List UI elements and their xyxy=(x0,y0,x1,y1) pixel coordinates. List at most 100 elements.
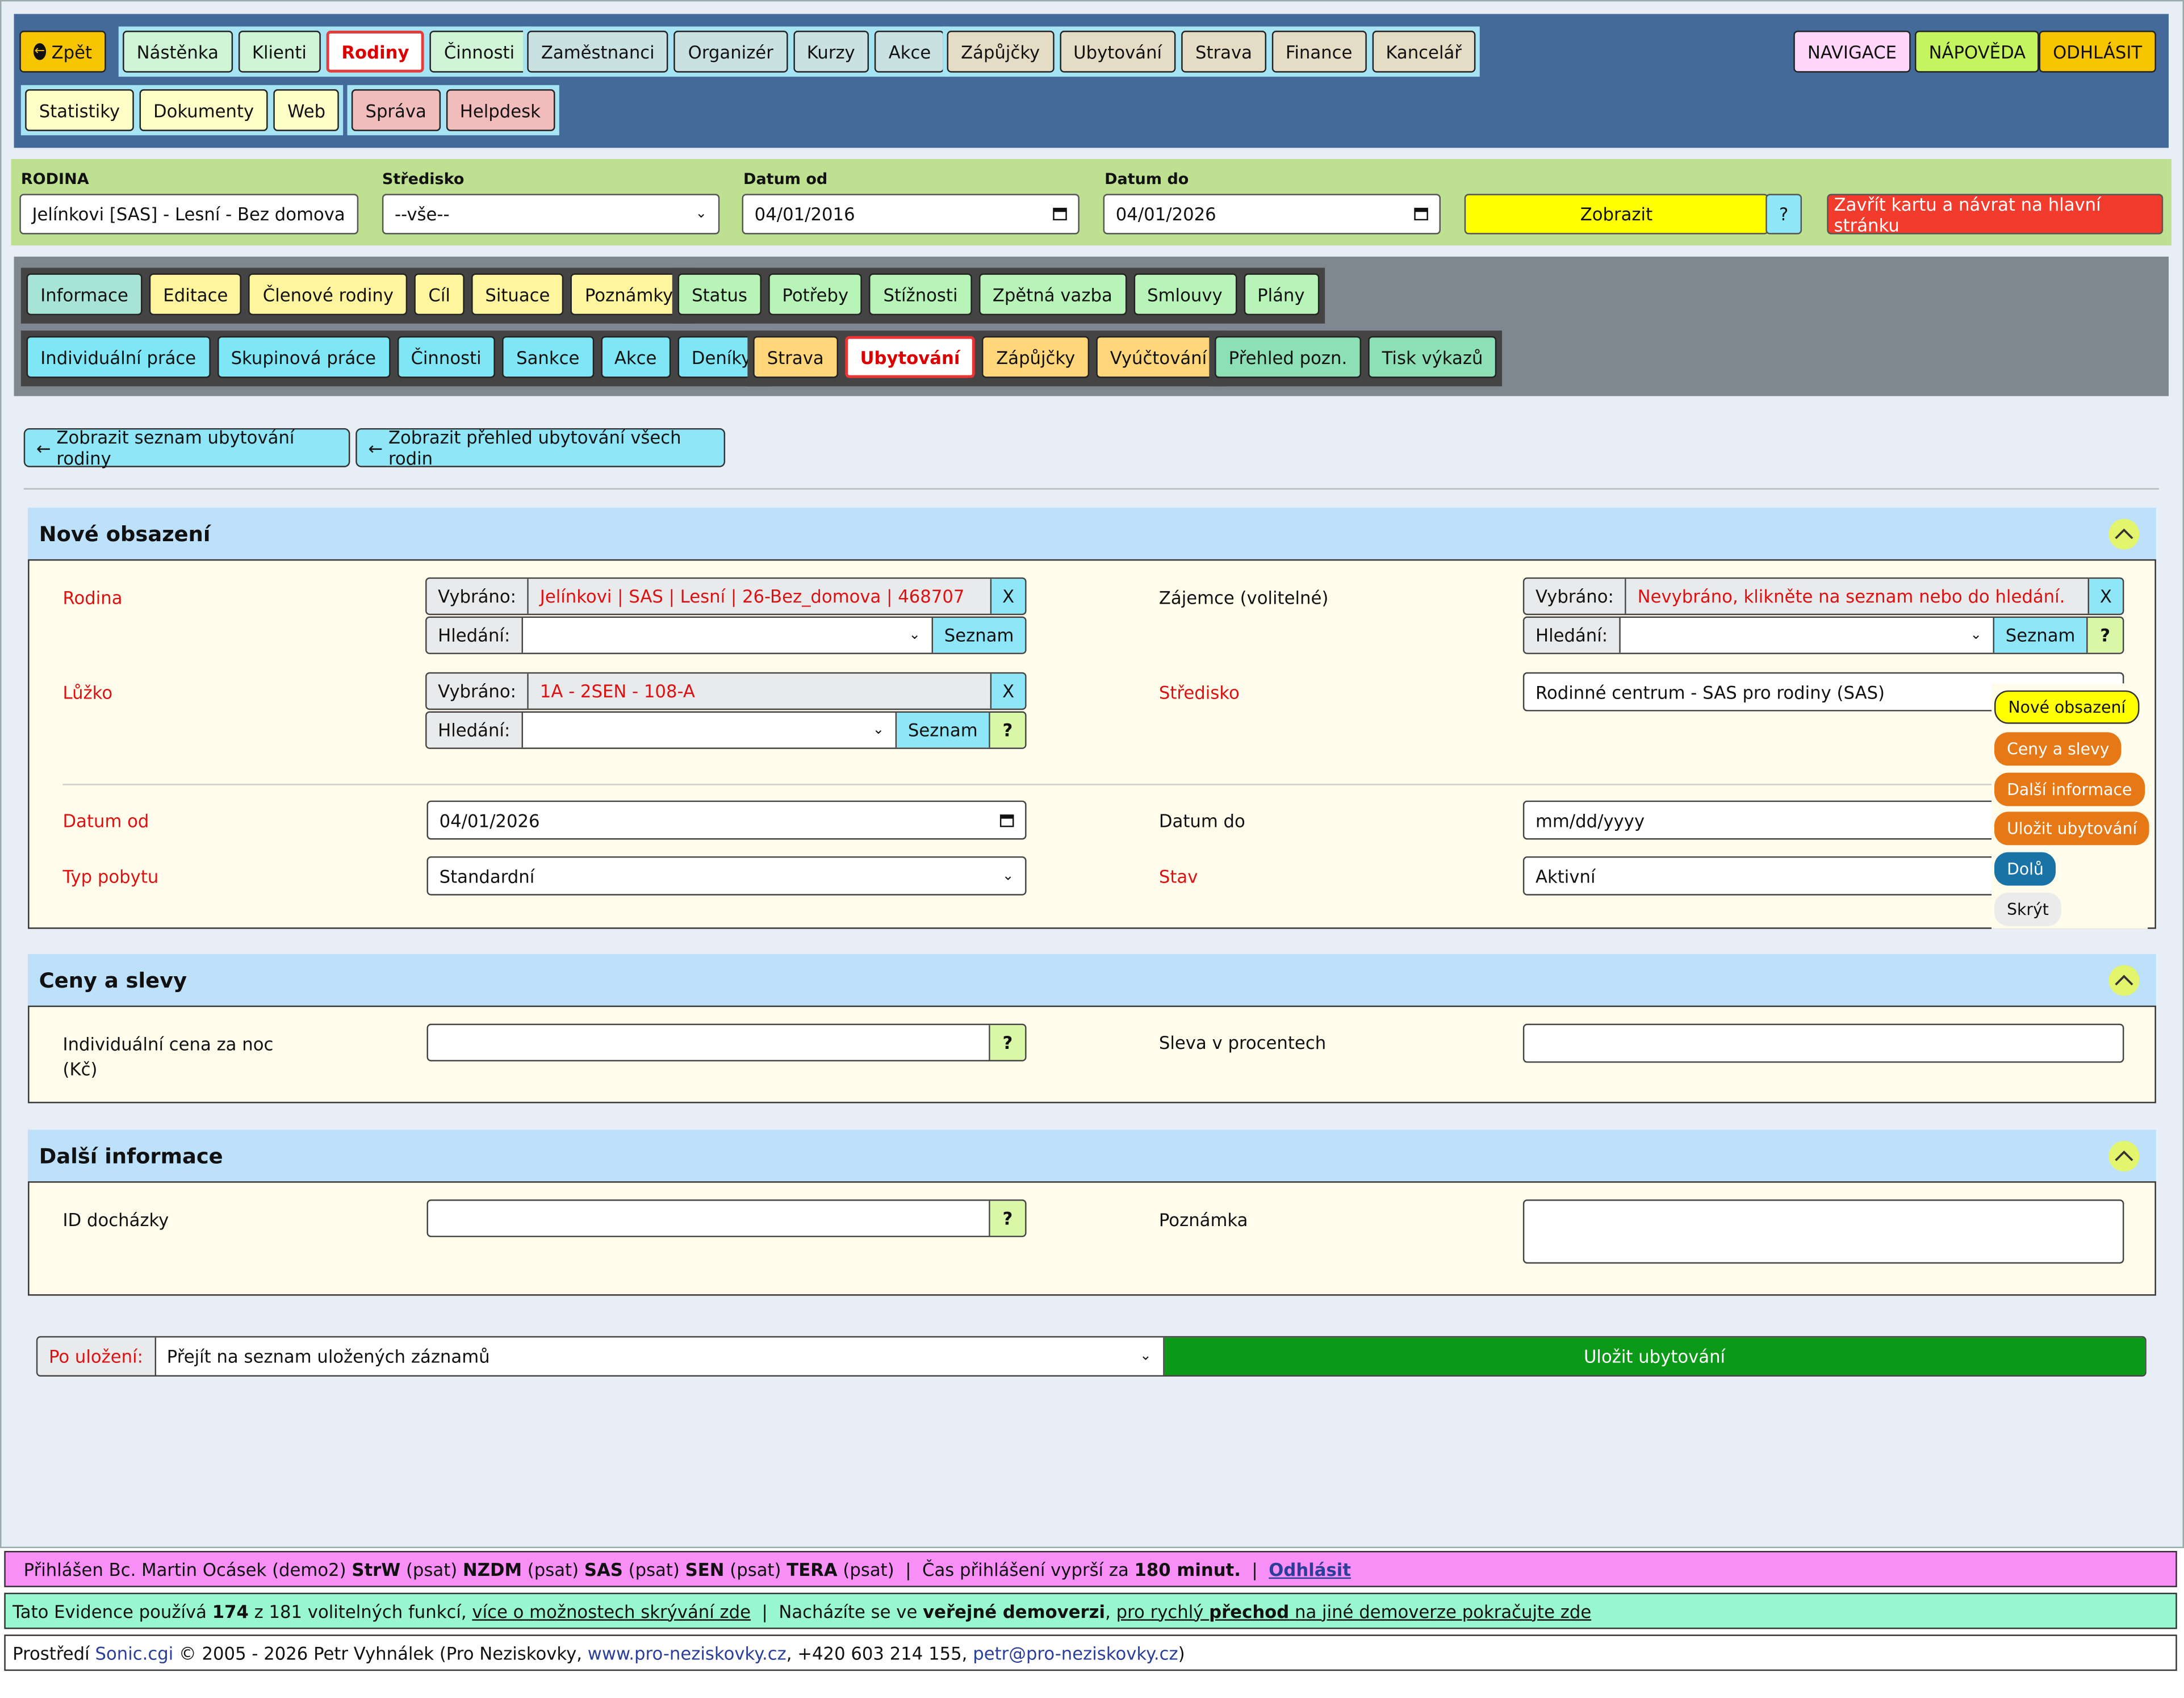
chevron-up-icon[interactable] xyxy=(2108,1140,2140,1172)
filter-bar: RODINA Jelínkovi [SAS] - Lesní - Bez dom… xyxy=(11,158,2172,246)
quick-nav-ceny[interactable]: Ceny a slevy xyxy=(1994,732,2122,766)
luzko-seznam-button[interactable]: Seznam xyxy=(897,712,990,748)
quick-nav-ulozit[interactable]: Uložit ubytování xyxy=(1994,812,2150,846)
sonic-link[interactable]: Sonic.cgi xyxy=(95,1642,173,1663)
nav-akce[interactable]: Akce xyxy=(875,31,945,73)
zobrazit-prehled-ubytovani-button[interactable]: ← Zobrazit přehled ubytování všech rodin xyxy=(355,427,726,469)
nav-sprava[interactable]: Správa xyxy=(351,89,441,131)
quick-nav-dalsi[interactable]: Další informace xyxy=(1994,772,2145,806)
tab-ubytovani[interactable]: Ubytování xyxy=(844,336,976,378)
luzko-search-input[interactable]: ⌄ xyxy=(522,712,897,748)
navigace-button[interactable]: NAVIGACE xyxy=(1793,31,1911,73)
tab-akce[interactable]: Akce xyxy=(600,336,671,378)
nav-zamestnanci[interactable]: Zaměstnanci xyxy=(527,31,669,73)
tab-individualni-prace[interactable]: Individuální práce xyxy=(26,336,210,378)
datum-od-input[interactable]: 04/01/2016 xyxy=(742,194,1080,235)
tab-vyuctovani[interactable]: Vyúčtování xyxy=(1096,336,1221,378)
tab-informace[interactable]: Informace xyxy=(26,273,143,316)
sleva-input[interactable] xyxy=(1522,1023,2124,1063)
cena-help-button[interactable]: ? xyxy=(990,1025,1026,1060)
tab-strava[interactable]: Strava xyxy=(753,336,838,378)
zavrit-kartu-button[interactable]: Zavřít kartu a návrat na hlavní stránku xyxy=(1827,193,2164,235)
rodina-clear-button[interactable]: X xyxy=(991,579,1026,614)
typ-pobytu-select[interactable]: Standardní ⌄ xyxy=(426,856,1027,896)
po-ulozeni-select[interactable]: Přejít na seznam uložených záznamů ⌄ xyxy=(156,1337,1164,1375)
cena-input-row: ? xyxy=(426,1023,1027,1061)
tab-situace[interactable]: Situace xyxy=(471,273,564,316)
rodina-select[interactable]: Jelínkovi [SAS] - Lesní - Bez domova xyxy=(19,194,359,235)
typ-pobytu-field-label: Typ pobytu xyxy=(62,866,159,887)
tab-editace[interactable]: Editace xyxy=(149,273,242,316)
nav-kancelar[interactable]: Kancelář xyxy=(1371,31,1476,73)
demoverze-link[interactable]: pro rychlý přechod na jiné demoverze pok… xyxy=(1116,1600,1592,1621)
tab-clenove-rodiny[interactable]: Členové rodiny xyxy=(249,273,408,316)
nav-web[interactable]: Web xyxy=(273,89,340,131)
luzko-help-button[interactable]: ? xyxy=(990,712,1026,748)
nav-strava[interactable]: Strava xyxy=(1181,31,1266,73)
skryvani-link[interactable]: více o možnostech skrývání zde xyxy=(472,1600,751,1621)
tab-cinnosti[interactable]: Činnosti xyxy=(396,336,496,378)
odhlasit-button[interactable]: ODHLÁSIT xyxy=(2039,31,2156,73)
tab-status[interactable]: Status xyxy=(677,273,762,316)
zajemce-search-input[interactable]: ⌄ xyxy=(1620,617,1995,653)
tab-zapujcky[interactable]: Zápůjčky xyxy=(982,336,1089,378)
datum-od-field-input[interactable]: 04/01/2026 xyxy=(426,800,1027,840)
zobrazit-help-button[interactable]: ? xyxy=(1765,194,1802,235)
luzko-clear-button[interactable]: X xyxy=(991,674,1026,709)
zobrazit-button[interactable]: Zobrazit xyxy=(1464,194,1769,235)
id-dochazky-input[interactable] xyxy=(428,1201,990,1236)
tab-group-2b: Strava Ubytování Zápůjčky Vyúčtování xyxy=(747,331,1227,387)
napoveda-button[interactable]: NÁPOVĚDA xyxy=(1915,31,2040,73)
nav-cinnosti[interactable]: Činnosti xyxy=(430,31,529,73)
chevron-up-icon[interactable] xyxy=(2108,965,2140,996)
tab-stiznosti[interactable]: Stížnosti xyxy=(869,273,972,316)
rodina-search-input[interactable]: ⌄ xyxy=(522,617,934,653)
zajemce-clear-button[interactable]: X xyxy=(2089,579,2123,614)
zajemce-help-button[interactable]: ? xyxy=(2087,617,2123,653)
nav-nastenka[interactable]: Nástěnka xyxy=(123,31,233,73)
quick-nav-dolu[interactable]: Dolů xyxy=(1994,852,2056,886)
poznamka-textarea[interactable] xyxy=(1522,1199,2124,1264)
form-divider xyxy=(62,784,2124,785)
tab-smlouvy[interactable]: Smlouvy xyxy=(1133,273,1237,316)
back-button[interactable]: ← Zpět xyxy=(19,31,106,73)
tab-tisk-vykazu[interactable]: Tisk výkazů xyxy=(1368,336,1497,378)
rodina-seznam-button[interactable]: Seznam xyxy=(933,617,1026,653)
id-dochazky-help-button[interactable]: ? xyxy=(990,1201,1026,1236)
tab-poznamky[interactable]: Poznámky xyxy=(571,273,687,316)
nav-klienti[interactable]: Klienti xyxy=(238,31,321,73)
tab-plany[interactable]: Plány xyxy=(1243,273,1319,316)
nav-helpdesk[interactable]: Helpdesk xyxy=(446,89,555,131)
id-dochazky-label: ID docházky xyxy=(62,1209,169,1231)
arrow-left-icon: ← xyxy=(36,437,51,458)
web-link[interactable]: www.pro-neziskovky.cz xyxy=(588,1642,786,1663)
tab-zpetna-vazba[interactable]: Zpětná vazba xyxy=(978,273,1127,316)
tab-potreby[interactable]: Potřeby xyxy=(768,273,863,316)
nav-dokumenty[interactable]: Dokumenty xyxy=(139,89,268,131)
email-link[interactable]: petr@pro-neziskovky.cz xyxy=(973,1642,1178,1663)
nav-kurzy[interactable]: Kurzy xyxy=(793,31,869,73)
vybrano-label: Vybráno: xyxy=(426,674,529,709)
nav-zapujcky[interactable]: Zápůjčky xyxy=(947,31,1054,73)
nav-organizer[interactable]: Organizér xyxy=(674,31,788,73)
quick-nav-skryt[interactable]: Skrýt xyxy=(1994,892,2061,926)
tab-prehled-pozn[interactable]: Přehled pozn. xyxy=(1215,336,1361,378)
nav-ubytovani[interactable]: Ubytování xyxy=(1059,31,1176,73)
nav-finance[interactable]: Finance xyxy=(1271,31,1366,73)
datum-od-field-label: Datum od xyxy=(62,810,149,831)
footer-odhlasit-link[interactable]: Odhlásit xyxy=(1269,1559,1351,1580)
nav-rodiny[interactable]: Rodiny xyxy=(326,31,425,73)
datum-do-input[interactable]: 04/01/2026 xyxy=(1103,194,1441,235)
nav-statistiky[interactable]: Statistiky xyxy=(25,89,134,131)
zobrazit-seznam-ubytovani-button[interactable]: ← Zobrazit seznam ubytování rodiny xyxy=(23,427,350,469)
zajemce-seznam-button[interactable]: Seznam xyxy=(1994,617,2088,653)
tab-sankce[interactable]: Sankce xyxy=(502,336,594,378)
rodina-label: RODINA xyxy=(20,170,89,189)
cena-input[interactable] xyxy=(428,1025,990,1060)
ulozit-ubytovani-button[interactable]: Uložit ubytování xyxy=(1164,1337,2145,1375)
chevron-up-icon[interactable] xyxy=(2108,518,2140,550)
quick-nav-nove-obsazeni[interactable]: Nové obsazení xyxy=(1994,690,2140,724)
stredisko-select[interactable]: --vše-- ⌄ xyxy=(382,194,720,235)
tab-cil[interactable]: Cíl xyxy=(414,273,465,316)
tab-skupinova-prace[interactable]: Skupinová práce xyxy=(217,336,390,378)
